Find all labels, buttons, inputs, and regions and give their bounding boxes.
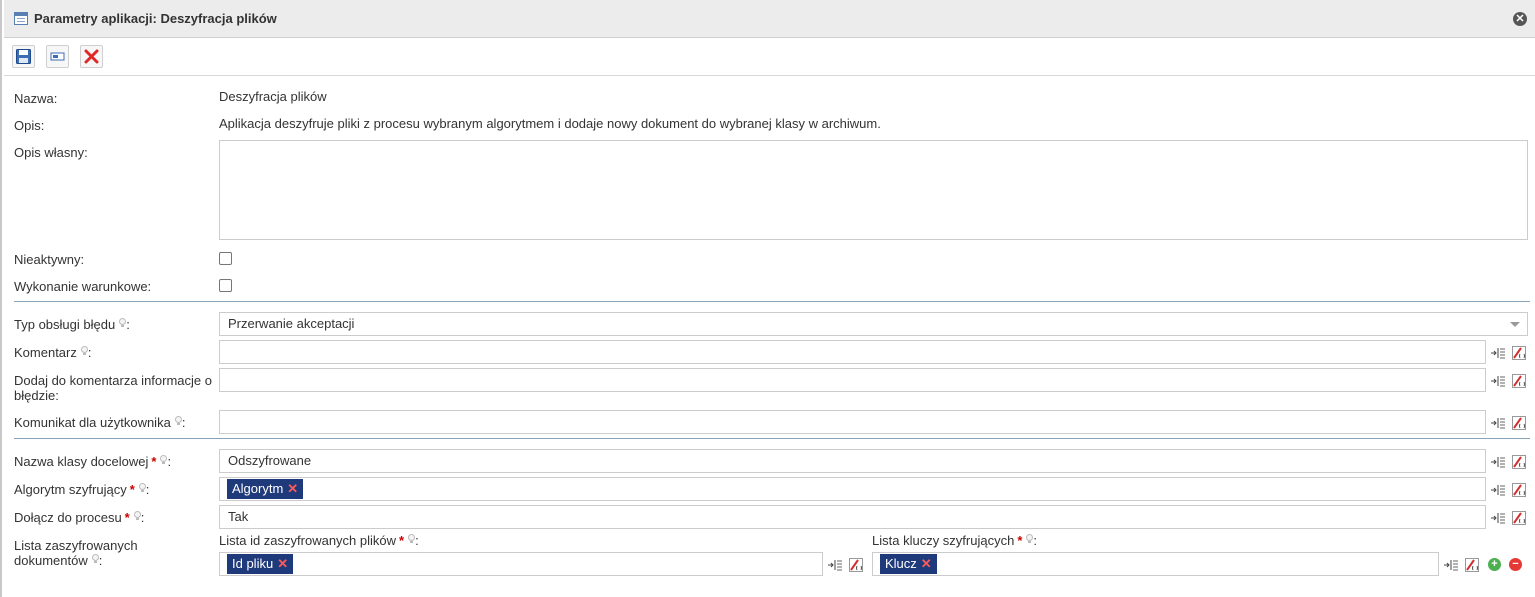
algorytm-label: Algorytm szyfrujący *: bbox=[14, 482, 150, 497]
opis-value: Aplikacja deszyfruje pliki z procesu wyb… bbox=[219, 116, 881, 131]
delete-button[interactable] bbox=[80, 45, 103, 68]
insert-variable-icon[interactable] bbox=[1490, 416, 1506, 432]
expression-icon[interactable] bbox=[1511, 415, 1527, 431]
insert-variable-icon[interactable] bbox=[1443, 558, 1459, 574]
toolbar bbox=[4, 38, 1535, 76]
remove-tag-icon[interactable]: ✕ bbox=[287, 481, 298, 496]
hint-icon bbox=[174, 416, 182, 425]
wykonanie-warunkowe-label: Wykonanie warunkowe: bbox=[14, 279, 152, 294]
expression-icon[interactable] bbox=[1511, 510, 1527, 526]
expression-icon[interactable] bbox=[848, 557, 864, 573]
hint-icon bbox=[1026, 534, 1034, 543]
komunikat-label: Komunikat dla użytkownika: bbox=[14, 415, 186, 430]
expression-icon[interactable] bbox=[1511, 345, 1527, 361]
hint-icon bbox=[408, 534, 416, 543]
insert-variable-icon[interactable] bbox=[1490, 483, 1506, 499]
table-icon bbox=[14, 12, 28, 25]
komentarz-input[interactable] bbox=[219, 340, 1486, 364]
section-divider bbox=[14, 301, 1530, 302]
klucz-tag: Klucz ✕ bbox=[880, 554, 937, 574]
remove-row-icon[interactable]: − bbox=[1509, 558, 1522, 571]
algorytm-tag: Algorytm ✕ bbox=[227, 479, 304, 499]
save-icon bbox=[16, 49, 31, 64]
nazwa-value: Deszyfracja plików bbox=[219, 89, 327, 104]
field-button[interactable] bbox=[46, 45, 69, 68]
expression-icon[interactable] bbox=[1511, 454, 1527, 470]
lista-kluczy-label: Lista kluczy szyfrujących *: bbox=[872, 533, 1038, 548]
field-icon bbox=[50, 52, 65, 61]
klasa-docelowa-input[interactable]: Odszyfrowane bbox=[219, 449, 1486, 473]
lista-dokumentow-label: Lista zaszyfrowanych dokumentów: bbox=[14, 538, 138, 568]
lista-id-input[interactable]: Id pliku ✕ bbox=[219, 552, 823, 576]
insert-variable-icon[interactable] bbox=[827, 558, 843, 574]
add-row-icon[interactable]: + bbox=[1488, 558, 1501, 571]
remove-tag-icon[interactable]: ✕ bbox=[277, 556, 288, 571]
delete-icon bbox=[84, 49, 99, 64]
dodaj-do-komentarza-label: Dodaj do komentarza informacje o błędzie: bbox=[14, 373, 212, 403]
id-pliku-tag: Id pliku ✕ bbox=[227, 554, 294, 574]
title-bar: Parametry aplikacji: Deszyfracja plików … bbox=[4, 0, 1535, 38]
save-button[interactable] bbox=[12, 45, 35, 68]
nieaktywny-checkbox[interactable] bbox=[219, 252, 232, 265]
komunikat-input[interactable] bbox=[219, 410, 1486, 434]
expression-icon[interactable] bbox=[1511, 373, 1527, 389]
wykonanie-warunkowe-checkbox[interactable] bbox=[219, 279, 232, 292]
opis-wlasny-label: Opis własny: bbox=[14, 145, 88, 160]
insert-variable-icon[interactable] bbox=[1490, 511, 1506, 527]
hint-icon bbox=[133, 511, 141, 520]
klasa-docelowa-label: Nazwa klasy docelowej *: bbox=[14, 454, 172, 469]
nieaktywny-label: Nieaktywny: bbox=[14, 252, 85, 267]
nazwa-label: Nazwa: bbox=[14, 91, 58, 106]
lista-kluczy-input[interactable]: Klucz ✕ bbox=[872, 552, 1439, 576]
komentarz-label: Komentarz: bbox=[14, 345, 92, 360]
chevron-down-icon bbox=[1510, 322, 1520, 327]
algorytm-input[interactable]: Algorytm ✕ bbox=[219, 477, 1486, 501]
opis-label: Opis: bbox=[14, 118, 45, 133]
expression-icon[interactable] bbox=[1511, 482, 1527, 498]
insert-variable-icon[interactable] bbox=[1490, 374, 1506, 390]
dolacz-input[interactable]: Tak bbox=[219, 505, 1486, 529]
lista-id-label: Lista id zaszyfrowanych plików *: bbox=[219, 533, 419, 548]
insert-variable-icon[interactable] bbox=[1490, 346, 1506, 362]
dodaj-do-komentarza-input[interactable] bbox=[219, 368, 1486, 392]
remove-tag-icon[interactable]: ✕ bbox=[921, 556, 932, 571]
close-window-icon[interactable]: ✕ bbox=[1513, 12, 1527, 26]
hint-icon bbox=[138, 483, 146, 492]
typ-obslugi-value: Przerwanie akceptacji bbox=[228, 316, 355, 331]
hint-icon bbox=[80, 346, 88, 355]
typ-obslugi-label: Typ obsługi błędu: bbox=[14, 317, 130, 332]
app-window: Parametry aplikacji: Deszyfracja plików … bbox=[0, 0, 1535, 597]
expression-icon[interactable] bbox=[1464, 557, 1480, 573]
typ-obslugi-select[interactable]: Przerwanie akceptacji bbox=[219, 312, 1528, 336]
hint-icon bbox=[160, 455, 168, 464]
opis-wlasny-textarea[interactable] bbox=[219, 140, 1528, 240]
hint-icon bbox=[91, 554, 99, 563]
dolacz-label: Dołącz do procesu *: bbox=[14, 510, 145, 525]
hint-icon bbox=[119, 318, 127, 327]
section-divider bbox=[14, 438, 1530, 439]
insert-variable-icon[interactable] bbox=[1490, 455, 1506, 471]
window-title: Parametry aplikacji: Deszyfracja plików bbox=[34, 11, 277, 26]
